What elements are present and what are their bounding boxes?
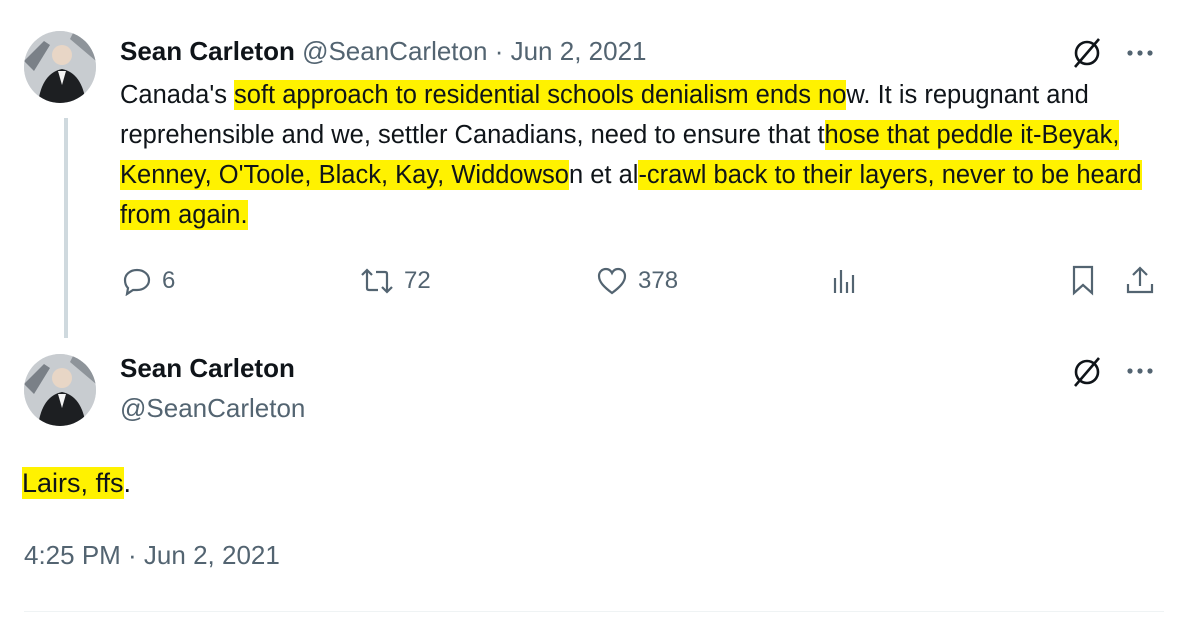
share-button[interactable]	[1124, 264, 1156, 296]
reply-button[interactable]: 6	[122, 266, 175, 296]
tweet-text: Canada's soft approach to residential sc…	[120, 75, 1170, 235]
heart-icon	[597, 267, 627, 295]
divider	[24, 611, 1164, 612]
tweet-header: Sean Carleton @SeanCarleton · Jun 2, 202…	[120, 36, 646, 66]
tweet-timestamp[interactable]: 4:25 PM · Jun 2, 2021	[24, 540, 280, 571]
display-name[interactable]: Sean Carleton	[120, 36, 295, 66]
views-button[interactable]	[830, 266, 860, 296]
tweet-author: Sean Carleton	[120, 353, 295, 383]
more-icon[interactable]	[1122, 40, 1158, 66]
like-button[interactable]: 378	[596, 266, 678, 296]
avatar[interactable]	[24, 354, 96, 426]
analytics-icon	[833, 270, 855, 293]
avatar[interactable]	[24, 31, 96, 103]
like-count: 378	[638, 267, 679, 294]
text-segment: Canada's	[120, 81, 235, 109]
grok-icon[interactable]	[1070, 355, 1104, 389]
text-segment: n et al	[568, 161, 639, 189]
bookmark-button[interactable]	[1068, 264, 1098, 296]
handle[interactable]: @SeanCarleton	[120, 393, 305, 423]
tweet-date[interactable]: Jun 2, 2021	[511, 36, 647, 66]
thread-connector	[64, 118, 68, 338]
share-icon	[1126, 266, 1154, 294]
dot-separator: ·	[494, 36, 504, 66]
reply-count: 6	[162, 267, 176, 294]
repost-icon	[361, 268, 393, 294]
tweet-text: Lairs, ffs.	[22, 463, 131, 503]
more-icon[interactable]	[1122, 358, 1158, 384]
bookmark-icon	[1072, 265, 1094, 296]
handle[interactable]: @SeanCarleton	[302, 36, 487, 66]
text-segment: .	[123, 468, 132, 498]
highlighted-text: Lairs, ffs	[22, 467, 124, 499]
repost-button[interactable]: 72	[360, 266, 431, 296]
highlighted-text: soft approach to residential schools den…	[234, 80, 847, 110]
display-name[interactable]: Sean Carleton	[120, 353, 295, 383]
grok-icon[interactable]	[1070, 36, 1104, 70]
repost-count: 72	[404, 267, 431, 294]
reply-icon	[123, 268, 151, 296]
